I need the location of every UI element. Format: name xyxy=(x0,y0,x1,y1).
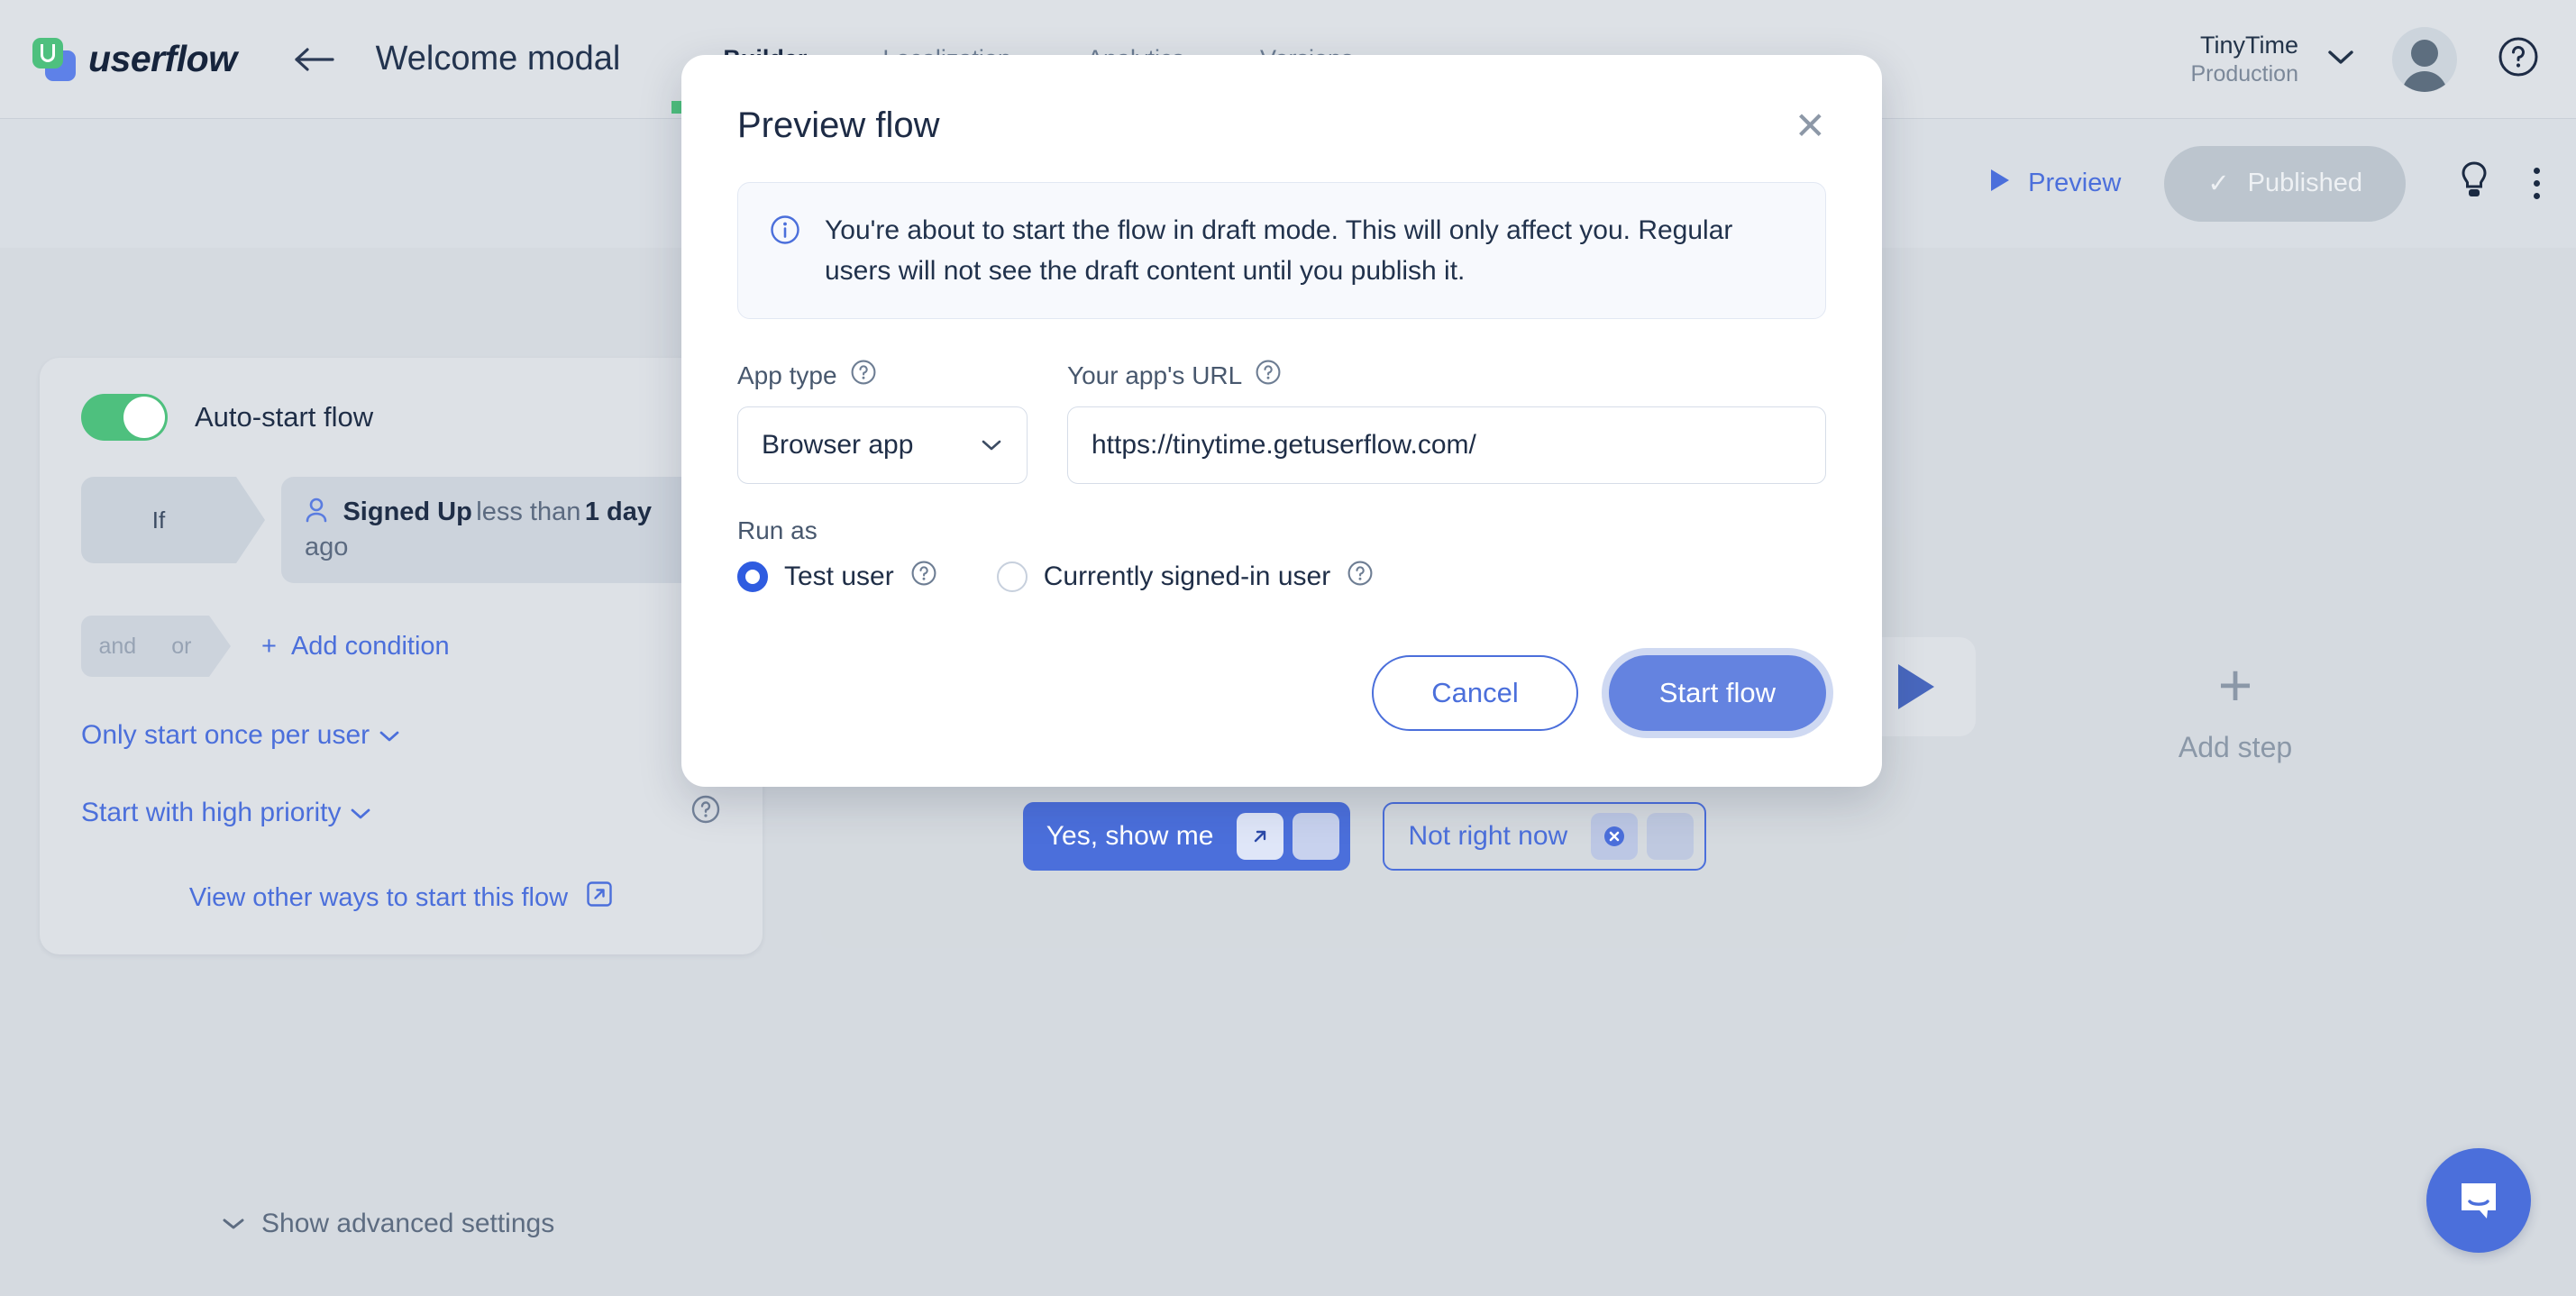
preview-flow-modal: Preview flow ✕ You're about to start the… xyxy=(681,55,1882,787)
radio-test-user-label: Test user xyxy=(784,561,894,591)
app-url-label: Your app's URL xyxy=(1067,361,1243,389)
radio-signed-in-user[interactable]: Currently signed-in user xyxy=(996,560,1374,594)
cancel-button[interactable]: Cancel xyxy=(1372,655,1578,731)
start-flow-button[interactable]: Start flow xyxy=(1608,655,1826,731)
radio-signed-in-user-label: Currently signed-in user xyxy=(1043,561,1331,591)
close-icon[interactable]: ✕ xyxy=(1795,106,1826,145)
modal-actions: Cancel Start flow xyxy=(737,655,1826,731)
app-root: userflow Welcome modal Builder Localizat… xyxy=(0,0,2576,1296)
app-type-label-row: App type xyxy=(737,359,1028,392)
app-type-select[interactable]: Browser app xyxy=(737,406,1028,484)
help-circle-icon[interactable] xyxy=(1255,359,1282,392)
app-url-label-row: Your app's URL xyxy=(1067,359,1826,392)
draft-mode-alert-text: You're about to start the flow in draft … xyxy=(825,215,1733,286)
app-url-field: Your app's URL xyxy=(1067,359,1826,484)
app-type-label: App type xyxy=(737,361,837,389)
radio-test-user[interactable]: Test user xyxy=(737,560,937,594)
help-circle-icon[interactable] xyxy=(910,560,937,594)
help-circle-icon[interactable] xyxy=(850,359,877,392)
app-type-value: Browser app xyxy=(762,430,914,460)
radio-test-user-indicator xyxy=(737,561,768,592)
app-url-input[interactable] xyxy=(1067,406,1826,484)
modal-header: Preview flow ✕ xyxy=(737,55,1826,182)
run-as-radio-group: Test user Currently signed-in user xyxy=(737,560,1826,594)
radio-signed-in-user-indicator xyxy=(996,561,1028,592)
modal-backdrop[interactable]: Preview flow ✕ You're about to start the… xyxy=(0,0,2576,1296)
chevron-down-icon xyxy=(980,430,1003,461)
info-icon xyxy=(769,214,801,251)
help-circle-icon[interactable] xyxy=(1347,560,1374,594)
modal-title: Preview flow xyxy=(737,105,940,145)
app-type-field: App type Browser app xyxy=(737,359,1028,484)
modal-fields: App type Browser app Your app's URL http… xyxy=(737,359,1826,484)
draft-mode-alert: You're about to start the flow in draft … xyxy=(737,182,1826,319)
run-as-label: Run as xyxy=(737,516,818,544)
